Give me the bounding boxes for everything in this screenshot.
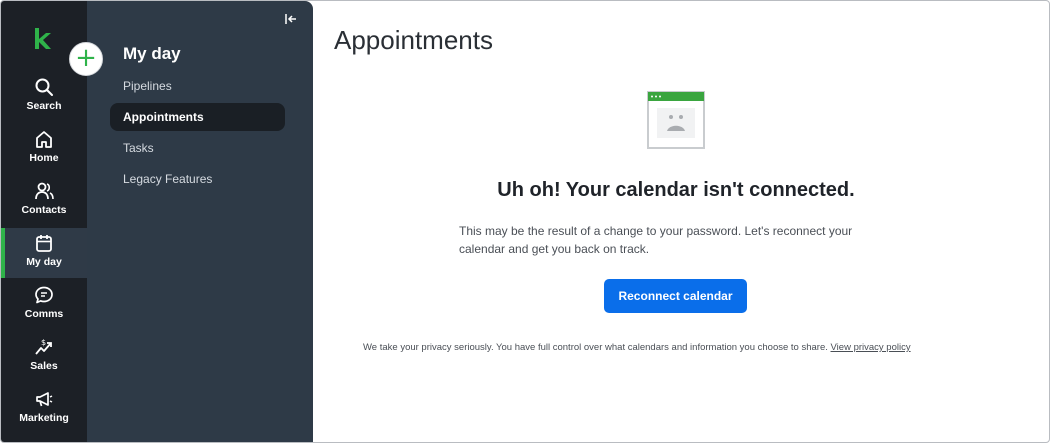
subnav-item-legacy-features[interactable]: Legacy Features — [110, 165, 285, 193]
view-privacy-policy-link[interactable]: View privacy policy — [831, 342, 911, 353]
nav-marketing[interactable]: Marketing — [1, 389, 87, 439]
home-icon — [36, 131, 52, 148]
page-title: Appointments — [334, 25, 493, 55]
nav-contacts[interactable]: Contacts — [1, 181, 87, 231]
empty-state-description: This may be the result of a change to yo… — [459, 224, 853, 256]
contacts-icon — [35, 182, 54, 200]
nav-marketing-label: Marketing — [19, 412, 69, 424]
nav-my-day[interactable]: My day — [1, 228, 87, 278]
subnav-title: My day — [123, 44, 181, 63]
subnav-panel: My day Pipelines Appointments Tasks Lega… — [87, 1, 313, 442]
nav-home-label: Home — [29, 152, 59, 164]
empty-state-heading: Uh oh! Your calendar isn't connected. — [497, 179, 855, 201]
nav-comms-label: Comms — [24, 308, 64, 320]
add-button[interactable]: + — [69, 42, 103, 76]
subnav-item-appointments[interactable]: Appointments — [110, 103, 285, 131]
nav-sales[interactable]: $ Sales — [1, 337, 87, 387]
nav-search[interactable]: Search — [1, 77, 87, 127]
nav-comms[interactable]: Comms — [1, 285, 87, 335]
nav-contacts-label: Contacts — [21, 204, 67, 216]
chat-icon — [35, 286, 53, 304]
subnav-item-pipelines[interactable]: Pipelines — [110, 72, 285, 100]
sales-icon: $ — [35, 338, 52, 355]
svg-text:$: $ — [41, 338, 46, 347]
subnav-item-tasks[interactable]: Tasks — [110, 134, 285, 162]
disconnected-calendar-illustration — [647, 91, 705, 149]
reconnect-calendar-button[interactable]: Reconnect calendar — [604, 279, 747, 313]
nav-search-label: Search — [26, 100, 62, 112]
app-window: Search Home Contacts My day Comms $ Sale… — [0, 0, 1050, 443]
nav-home[interactable]: Home — [1, 129, 87, 179]
megaphone-icon — [36, 392, 53, 407]
nav-sales-label: Sales — [30, 360, 58, 372]
nav-my-day-label: My day — [26, 256, 62, 268]
keap-logo — [35, 28, 51, 49]
collapse-sidebar-icon[interactable] — [284, 12, 298, 26]
privacy-text: We take your privacy seriously. You have… — [363, 342, 828, 353]
calendar-icon — [36, 235, 52, 252]
privacy-notice: We take your privacy seriously. You have… — [363, 342, 911, 353]
search-icon — [35, 78, 53, 96]
